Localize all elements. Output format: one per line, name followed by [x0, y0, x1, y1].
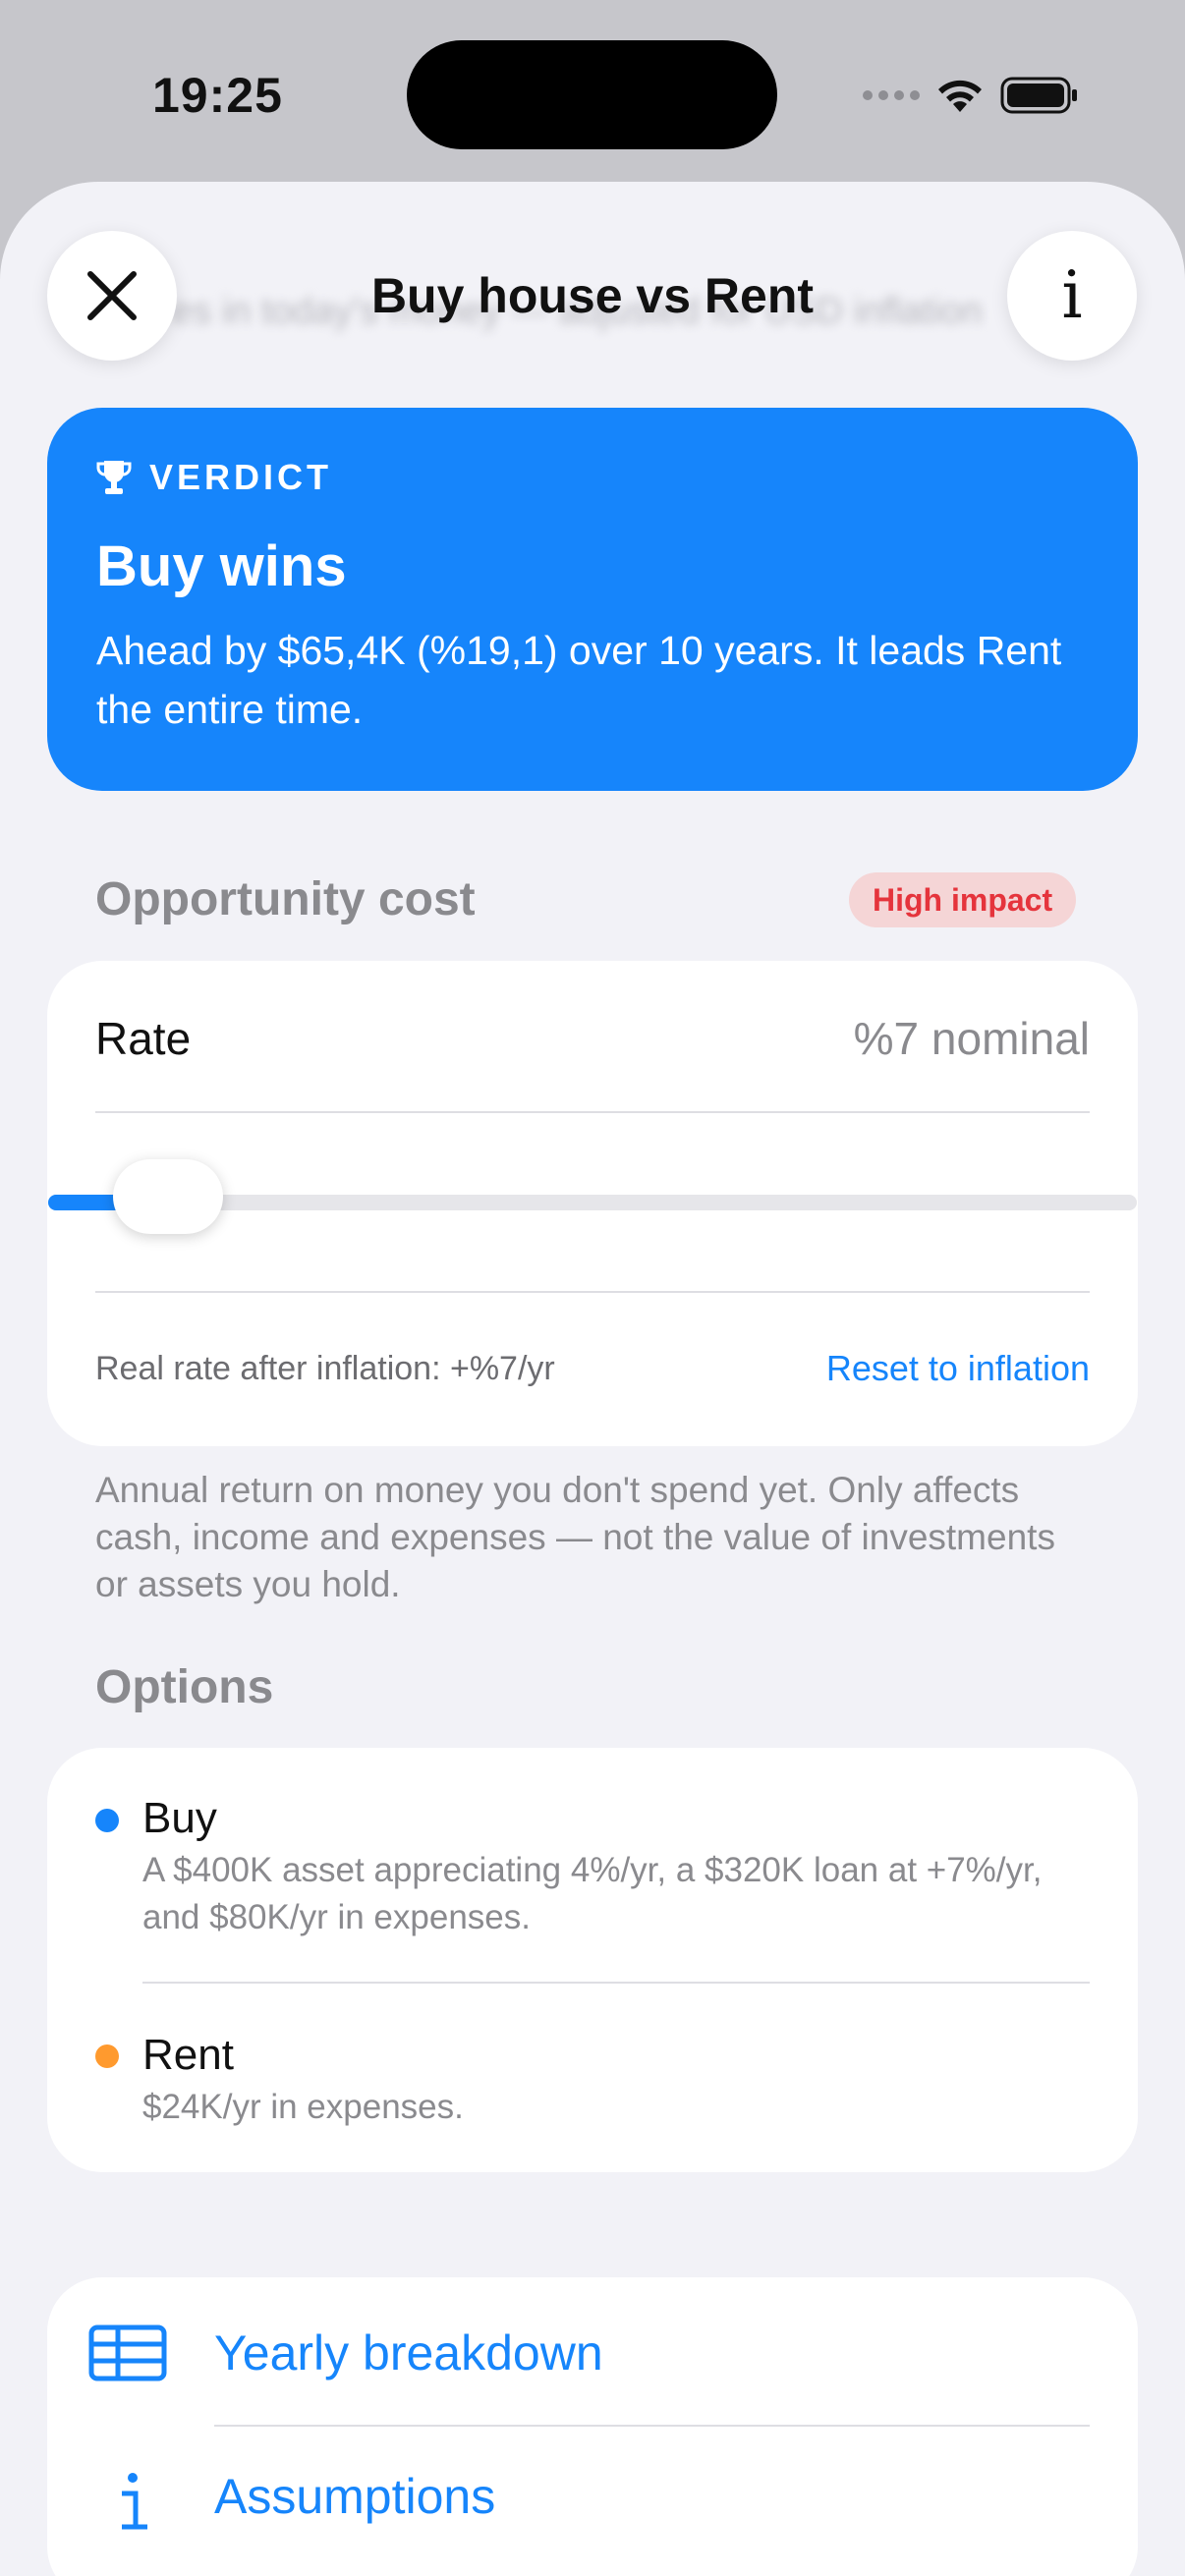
divider	[95, 1291, 1090, 1293]
option-buy-description: A $400K asset appreciating 4%/yr, a $320…	[142, 1851, 1043, 1936]
rate-value: %7 nominal	[853, 1013, 1090, 1064]
status-time: 19:25	[152, 68, 283, 123]
info-icon: i	[1061, 257, 1083, 333]
options-heading: Options	[95, 1661, 274, 1713]
table-icon	[88, 2324, 167, 2381]
verdict-card: VERDICT Buy wins Ahead by $65,4K (%19,1)…	[47, 408, 1138, 791]
assumptions-row[interactable]: Assumptions	[47, 2427, 1138, 2574]
options-card: Buy A $400K asset appreciating 4%/yr, a …	[47, 1748, 1138, 2172]
cellular-signal-icon	[863, 90, 920, 100]
verdict-header: VERDICT	[96, 457, 1089, 498]
option-buy-name: Buy	[142, 1794, 217, 1842]
screen: 19:25 es in today's money — adjusted for…	[0, 0, 1185, 2576]
links-card: Yearly breakdown Assumptions	[47, 2277, 1138, 2576]
yearly-breakdown-row[interactable]: Yearly breakdown	[47, 2277, 1138, 2425]
dynamic-island	[407, 40, 777, 149]
option-rent-description: $24K/yr in expenses.	[142, 2088, 464, 2126]
real-rate-text: Real rate after inflation: +%7/yr	[95, 1350, 555, 1387]
opportunity-cost-heading: Opportunity cost	[95, 873, 476, 925]
rate-slider[interactable]	[48, 1159, 1137, 1234]
reset-to-inflation-button[interactable]: Reset to inflation	[826, 1348, 1090, 1389]
divider	[142, 1982, 1090, 1984]
verdict-label: VERDICT	[149, 457, 333, 497]
info-button[interactable]: i	[1007, 231, 1137, 361]
option-rent-name: Rent	[142, 2031, 234, 2079]
rent-color-dot	[95, 2044, 119, 2068]
yearly-breakdown-label: Yearly breakdown	[214, 2325, 603, 2380]
info-icon	[122, 2473, 147, 2530]
battery-icon	[1000, 77, 1077, 114]
verdict-title: Buy wins	[96, 534, 347, 598]
opportunity-cost-footnote: Annual return on money you don't spend y…	[95, 1470, 1055, 1604]
status-icons	[863, 71, 1079, 120]
divider	[95, 1111, 1090, 1113]
assumptions-label: Assumptions	[214, 2469, 496, 2524]
wifi-icon	[938, 80, 982, 112]
verdict-description: Ahead by $65,4K (%19,1) over 10 years. I…	[96, 628, 1062, 732]
impact-badge: High impact	[849, 872, 1077, 927]
buy-color-dot	[95, 1809, 119, 1832]
slider-thumb[interactable]	[113, 1159, 224, 1234]
trophy-icon	[96, 461, 132, 494]
rate-label: Rate	[95, 1013, 192, 1064]
